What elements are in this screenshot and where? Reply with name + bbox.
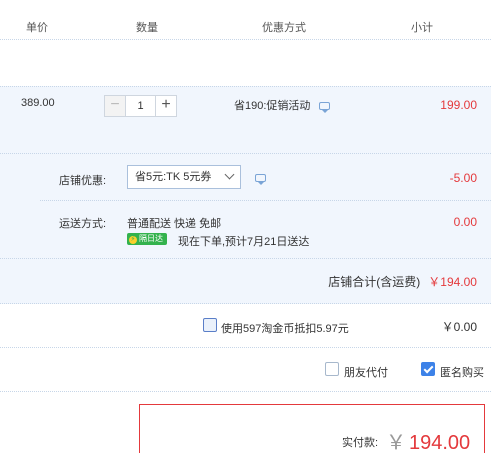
header-promotion: 优惠方式 xyxy=(262,22,306,34)
friend-pay-label[interactable]: 朋友代付 xyxy=(344,364,388,380)
quantity-stepper: − 1 + xyxy=(104,95,177,117)
lightning-icon: ⚡ xyxy=(129,236,137,244)
shipping-label: 运送方式: xyxy=(59,218,107,230)
shipping-method: 普通配送 快递 免邮 xyxy=(127,218,222,230)
header-subtotal: 小计 xyxy=(411,22,433,34)
shop-total: 店铺合计(含运费) ￥194.00 xyxy=(328,273,477,290)
chat-bubble-icon[interactable] xyxy=(319,102,331,113)
coupon-selected-value: 省5元:TK 5元券 xyxy=(135,171,212,183)
delivery-estimate: 现在下单,预计7月21日送达 xyxy=(178,236,310,248)
friend-pay-checkbox[interactable] xyxy=(325,362,339,376)
coupon-label: 店铺优惠: xyxy=(59,175,107,187)
next-day-delivery-badge: ⚡ 隔日达 xyxy=(127,233,167,245)
chat-bubble-icon[interactable] xyxy=(255,174,266,185)
chevron-down-icon xyxy=(224,169,235,180)
shop-total-amount: ￥194.00 xyxy=(428,275,477,289)
header-unit-price: 单价 xyxy=(26,22,48,34)
order-table-header: 单价 数量 优惠方式 小计 xyxy=(0,0,491,40)
amount-due-value: 194.00 xyxy=(409,432,471,453)
coupon-discount: -5.00 xyxy=(449,171,477,185)
item-unit-price: 389.00 xyxy=(21,97,55,109)
divider xyxy=(0,258,491,259)
coin-deduction-amount: ￥0.00 xyxy=(441,320,477,334)
amount-due: ￥ 194.00 xyxy=(386,426,470,453)
item-promotion: 省190:促销活动 xyxy=(234,97,331,113)
shipping-fee: 0.00 xyxy=(453,215,477,229)
amount-due-label: 实付款: xyxy=(342,437,379,449)
payment-summary-box: 实付款: ￥ 194.00 xyxy=(139,404,485,453)
divider xyxy=(40,200,491,201)
quantity-input[interactable]: 1 xyxy=(126,95,155,117)
anonymous-purchase-checkbox[interactable] xyxy=(421,362,435,376)
use-coins-checkbox[interactable] xyxy=(203,318,217,332)
shop-summary: 店铺优惠: 省5元:TK 5元券 -5.00 运送方式: 普通配送 快递 免邮 … xyxy=(0,154,491,304)
coin-deduction-row: 使用597淘金币抵扣5.97元 ￥0.00 xyxy=(0,304,491,348)
item-subtotal: 199.00 xyxy=(440,98,477,112)
use-coins-label[interactable]: 使用597淘金币抵扣5.97元 xyxy=(221,320,349,336)
payment-options-row: 朋友代付 匿名购买 xyxy=(0,348,491,392)
quantity-decrease-button[interactable]: − xyxy=(104,95,126,117)
header-quantity: 数量 xyxy=(136,22,158,34)
shop-total-label: 店铺合计(含运费) xyxy=(328,275,421,289)
anonymous-purchase-label[interactable]: 匿名购买 xyxy=(440,364,484,380)
item-promotion-text: 省190:促销活动 xyxy=(234,100,311,112)
quantity-increase-button[interactable]: + xyxy=(155,95,177,117)
next-day-badge-text: 隔日达 xyxy=(139,234,163,243)
shop-coupon-select[interactable]: 省5元:TK 5元券 xyxy=(127,165,241,189)
currency-symbol: ￥ xyxy=(386,432,406,453)
order-item-row: 389.00 − 1 + 省190:促销活动 199.00 xyxy=(0,86,491,154)
